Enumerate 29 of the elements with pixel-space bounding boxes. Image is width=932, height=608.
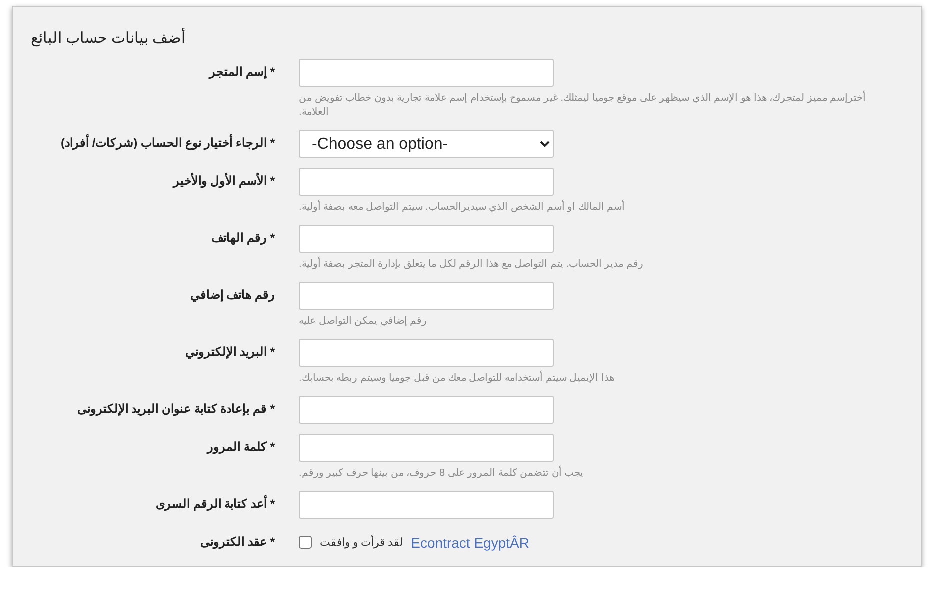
checkbox[interactable] (299, 536, 312, 549)
field-hint: أسم المالك او أسم الشخص الذي سيديرالحساب. سيتم التواصل معه بصفة أولية. (299, 201, 626, 215)
text-field[interactable] (299, 434, 554, 462)
field-label: * أعد كتابة الرقم السرى (156, 494, 275, 514)
field-label: * كلمة المرور (208, 439, 275, 456)
field-label: * رقم الهاتف (212, 230, 275, 248)
text-field[interactable] (299, 168, 554, 196)
text-field[interactable] (299, 396, 554, 424)
field-label: * إسم المتجر (210, 64, 275, 82)
field-hint: رقم مدير الحساب. يتم التواصل مع هذا الرقم لكل ما يتعلق بإدارة المتجر بصفة أولية. (299, 258, 644, 272)
field-hint: رقم إضافي يمكن التواصل عليه (299, 315, 428, 329)
text-field[interactable] (299, 339, 554, 367)
field-hint: أخترإسم مميز لمتجرك، هذا هو الإسم الذي سيظهر على موقع جوميا ليمثلك. غير مسموح بإستخدام إسم علامة تجارية بدون خطاب تفويض من العلامة. (299, 92, 889, 120)
form-title: أضف بيانات حساب البائع (31, 29, 186, 47)
field-label: * الرجاء أختيار نوع الحساب (شركات/ أفراد) (61, 133, 275, 152)
field-label: * البريد الإلكتروني (186, 344, 275, 362)
text-field[interactable] (299, 282, 554, 310)
text-field[interactable] (299, 491, 554, 519)
account-type-dropdown[interactable]: -Choose an option- (299, 130, 554, 158)
text-field[interactable] (299, 59, 554, 87)
agree-text: لقد قرأت و وافقت (320, 536, 404, 549)
field-label: * عقد الكترونى (200, 534, 275, 552)
field-hint: يجب أن تتضمن كلمة المرور على 8 حروف، من بينها حرف كبير ورقم. (299, 467, 584, 481)
contract-link[interactable]: Econtract EgyptÂR (411, 534, 530, 550)
field-label: * قم بإعادة كتابة عنوان البريد الإلكترونى (77, 401, 275, 418)
field-hint: هذا الإيميل سيتم أستخدامه للتواصل معك من قبل جوميا وسيتم ربطه بحسابك. (299, 372, 614, 386)
text-field[interactable] (299, 225, 554, 253)
field-label: * الأسم الأول والأخير (173, 172, 275, 190)
field-label: رقم هاتف إضافي (190, 287, 275, 304)
